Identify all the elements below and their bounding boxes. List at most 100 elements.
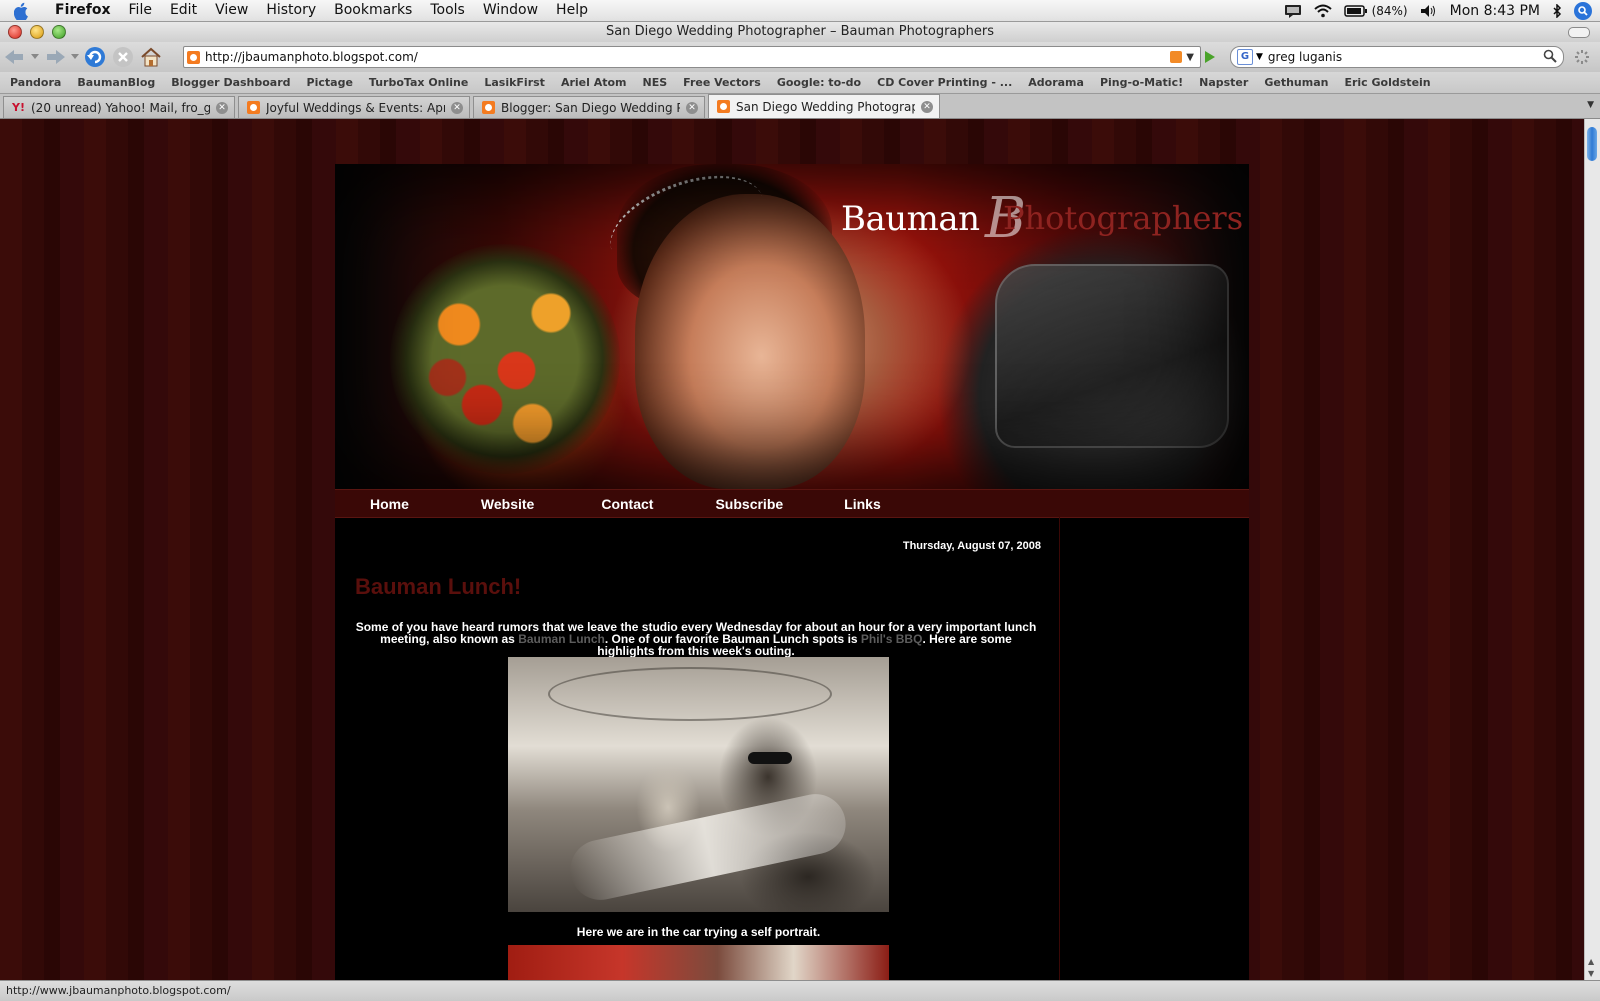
ichat-icon[interactable]	[1284, 4, 1302, 18]
rss-feed-icon[interactable]	[1170, 51, 1183, 63]
search-icon[interactable]	[1543, 49, 1557, 66]
google-engine-icon[interactable]: G	[1237, 49, 1253, 65]
bauman-lunch-link[interactable]: Bauman Lunch	[518, 632, 605, 646]
menu-view[interactable]: View	[206, 0, 257, 21]
second-photo[interactable]	[508, 945, 889, 980]
stop-button[interactable]	[110, 45, 136, 69]
tab-label: Blogger: San Diego Wedding Ph...	[501, 100, 680, 115]
post-date: Thursday, August 07, 2008	[902, 540, 1041, 552]
reload-button[interactable]	[82, 45, 108, 69]
bookmark-pandora[interactable]: Pandora	[0, 76, 69, 89]
scrollbar-thumb[interactable]	[1587, 127, 1597, 161]
blogger-icon	[482, 101, 495, 114]
nav-links-link[interactable]: Links	[844, 496, 881, 512]
back-button[interactable]	[2, 45, 28, 69]
menu-tools[interactable]: Tools	[421, 0, 474, 21]
post-body: Some of you have heard rumors that we le…	[351, 621, 1041, 657]
car-self-portrait-photo[interactable]	[508, 657, 889, 912]
wifi-icon[interactable]	[1313, 4, 1332, 18]
photo-arm-graphic	[564, 788, 852, 906]
phils-bbq-link[interactable]: Phil's BBQ	[861, 632, 923, 646]
brand-subtitle: Photographers	[1003, 199, 1244, 237]
page-viewport: B Bauman Photographers Home Website Cont…	[0, 119, 1584, 980]
blog-header-image[interactable]: B Bauman Photographers	[335, 164, 1249, 489]
address-dropdown-icon[interactable]: ▼	[1186, 52, 1194, 63]
bookmark-nes[interactable]: NES	[635, 76, 676, 89]
window-title: San Diego Wedding Photographer – Bauman …	[605, 24, 994, 39]
post-title[interactable]: Bauman Lunch!	[355, 574, 521, 600]
bookmark-lasikfirst[interactable]: LasikFirst	[476, 76, 553, 89]
menu-app-firefox[interactable]: Firefox	[46, 0, 120, 21]
nav-subscribe-link[interactable]: Subscribe	[715, 496, 783, 512]
go-button[interactable]	[1203, 50, 1217, 67]
bookmark-turbotax-online[interactable]: TurboTax Online	[361, 76, 476, 89]
address-url[interactable]: http://jbaumanphoto.blogspot.com/	[205, 50, 418, 64]
vertical-scrollbar[interactable]: ▲ ▼	[1584, 119, 1600, 980]
bookmark-blogger-dashboard[interactable]: Blogger Dashboard	[163, 76, 298, 89]
spotlight-icon[interactable]	[1574, 1, 1592, 20]
bookmark-cd-cover-printing[interactable]: CD Cover Printing - ...	[869, 76, 1020, 89]
volume-icon[interactable]	[1420, 4, 1438, 18]
bookmark-napster[interactable]: Napster	[1191, 76, 1256, 89]
menu-help[interactable]: Help	[547, 0, 597, 21]
nav-website-link[interactable]: Website	[481, 496, 534, 512]
bookmark-ping-o-matic[interactable]: Ping-o-Matic!	[1092, 76, 1191, 89]
menu-file[interactable]: File	[120, 0, 161, 21]
search-engine-dropdown-icon[interactable]: ▼	[1256, 52, 1263, 62]
nav-contact-link[interactable]: Contact	[601, 496, 653, 512]
bookmark-baumanblog[interactable]: BaumanBlog	[69, 76, 163, 89]
menu-history[interactable]: History	[257, 0, 325, 21]
status-text: http://www.jbaumanphoto.blogspot.com/	[6, 984, 231, 997]
bookmark-ariel-atom[interactable]: Ariel Atom	[553, 76, 635, 89]
tab-label: Joyful Weddings & Events: April...	[266, 100, 445, 115]
back-history-dropdown-icon[interactable]	[30, 45, 40, 69]
site-favicon-icon	[187, 50, 200, 64]
menu-clock[interactable]: Mon 8:43 PM	[1450, 3, 1540, 19]
navigation-toolbar: http://jbaumanphoto.blogspot.com/ ▼ G ▼ …	[0, 42, 1600, 72]
menu-window[interactable]: Window	[474, 0, 547, 21]
search-box[interactable]: G ▼ greg luganis	[1230, 46, 1564, 68]
bookmark-google-todo[interactable]: Google: to-do	[769, 76, 869, 89]
close-tab-icon[interactable]: ✕	[921, 100, 933, 113]
photo-sunroof-graphic	[548, 667, 832, 721]
scroll-down-arrow-icon[interactable]: ▼	[1588, 969, 1594, 978]
activity-throbber-icon	[1574, 49, 1590, 68]
status-bar: http://www.jbaumanphoto.blogspot.com/	[0, 980, 1600, 1001]
menu-bookmarks[interactable]: Bookmarks	[325, 0, 421, 21]
close-tab-icon[interactable]: ✕	[216, 101, 228, 114]
blogger-icon	[247, 101, 260, 114]
search-input[interactable]: greg luganis	[1268, 50, 1342, 64]
forward-button[interactable]	[42, 45, 68, 69]
close-tab-icon[interactable]: ✕	[686, 101, 698, 114]
toolbar-toggle-button[interactable]	[1568, 27, 1590, 38]
bookmark-adorama[interactable]: Adorama	[1020, 76, 1092, 89]
bluetooth-icon[interactable]	[1552, 3, 1562, 18]
battery-icon[interactable]	[1343, 4, 1368, 17]
apple-menu-icon[interactable]	[14, 2, 32, 20]
battery-percent: (84%)	[1371, 3, 1408, 18]
photo-sunglasses-graphic	[748, 752, 792, 764]
window-title-bar: San Diego Wedding Photographer – Bauman …	[0, 22, 1600, 42]
menu-edit[interactable]: Edit	[161, 0, 206, 21]
nav-home-link[interactable]: Home	[370, 496, 409, 512]
tab-strip: Y! (20 unread) Yahoo! Mail, fro_guy ✕ Jo…	[0, 94, 1600, 119]
bookmark-eric-goldstein[interactable]: Eric Goldstein	[1336, 76, 1438, 89]
tab-blogger-dashboard[interactable]: Blogger: San Diego Wedding Ph... ✕	[473, 96, 705, 118]
close-tab-icon[interactable]: ✕	[451, 101, 463, 114]
tab-yahoo-mail[interactable]: Y! (20 unread) Yahoo! Mail, fro_guy ✕	[3, 96, 235, 118]
bookmark-gethuman[interactable]: Gethuman	[1256, 76, 1336, 89]
forward-history-dropdown-icon[interactable]	[70, 45, 80, 69]
mac-menu-bar: Firefox File Edit View History Bookmarks…	[0, 0, 1600, 22]
home-button[interactable]	[138, 45, 164, 69]
bookmark-free-vectors[interactable]: Free Vectors	[675, 76, 769, 89]
scroll-up-arrow-icon[interactable]: ▲	[1588, 957, 1594, 966]
tab-joyful-weddings[interactable]: Joyful Weddings & Events: April... ✕	[238, 96, 470, 118]
blogger-icon	[717, 100, 730, 113]
blog-container: B Bauman Photographers Home Website Cont…	[335, 164, 1249, 980]
tab-list-dropdown-icon[interactable]: ▼	[1587, 100, 1594, 110]
bookmark-pictage[interactable]: Pictage	[299, 76, 361, 89]
blog-nav-bar: Home Website Contact Subscribe Links	[335, 489, 1249, 518]
yahoo-icon: Y!	[12, 101, 25, 114]
tab-san-diego-wedding-active[interactable]: San Diego Wedding Photograph... ✕	[708, 94, 940, 118]
address-bar[interactable]: http://jbaumanphoto.blogspot.com/ ▼	[183, 46, 1201, 68]
